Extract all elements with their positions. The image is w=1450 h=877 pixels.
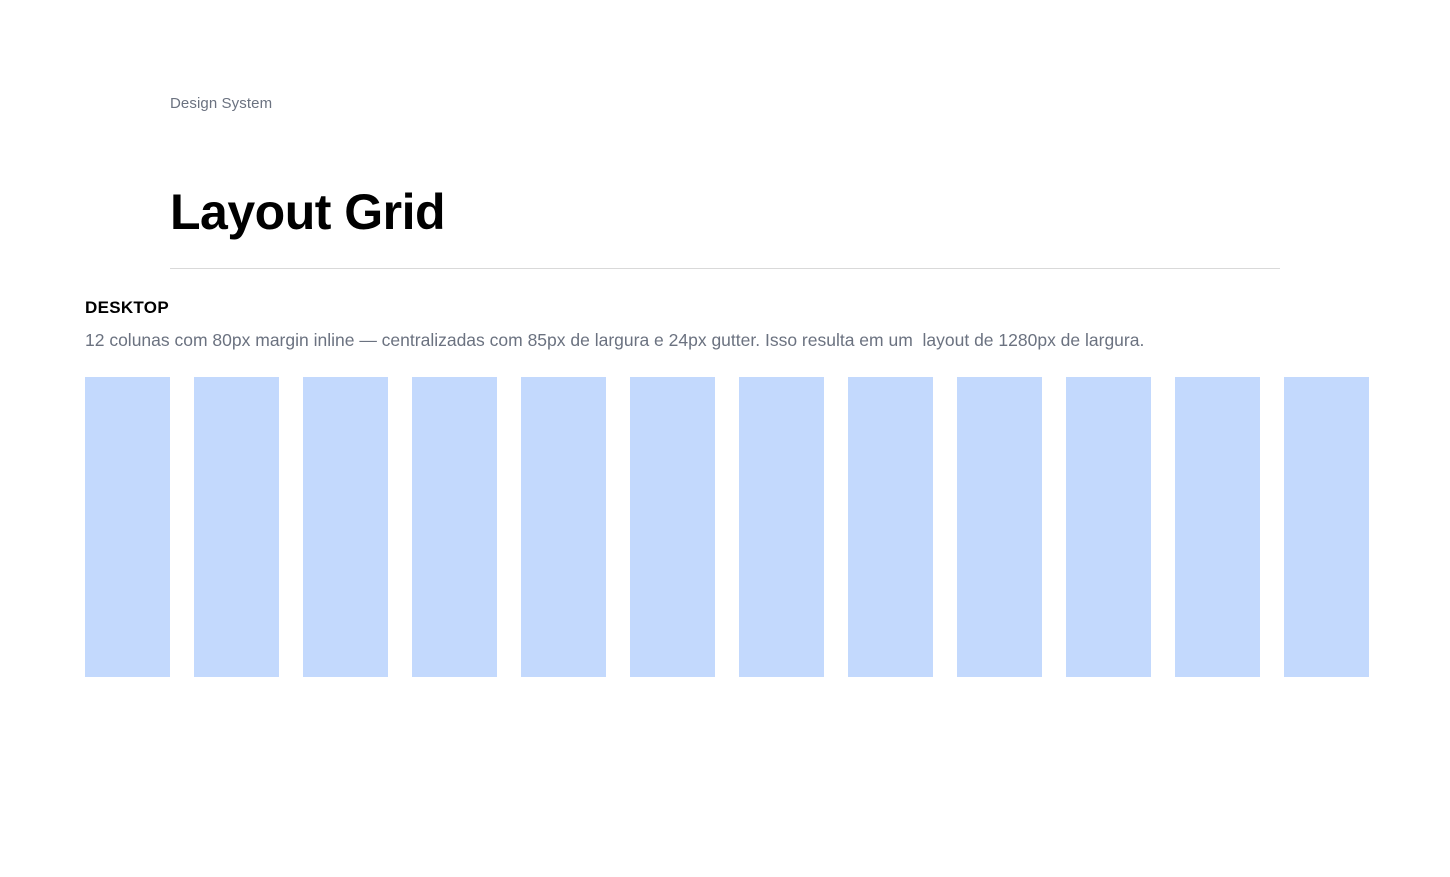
grid-column xyxy=(412,377,497,677)
layout-grid-preview xyxy=(85,377,1369,677)
grid-column xyxy=(1175,377,1260,677)
grid-column xyxy=(85,377,170,677)
grid-column xyxy=(739,377,824,677)
grid-column xyxy=(303,377,388,677)
grid-column xyxy=(630,377,715,677)
eyebrow-label: Design System xyxy=(170,95,273,112)
grid-column xyxy=(194,377,279,677)
page-title: Layout Grid xyxy=(170,184,446,240)
section-description: 12 colunas com 80px margin inline — cent… xyxy=(85,330,1145,350)
section-label: DESKTOP xyxy=(85,298,169,317)
grid-column xyxy=(1284,377,1369,677)
title-divider xyxy=(170,268,1280,269)
grid-column xyxy=(521,377,606,677)
grid-column xyxy=(848,377,933,677)
grid-column xyxy=(1066,377,1151,677)
grid-column xyxy=(957,377,1042,677)
